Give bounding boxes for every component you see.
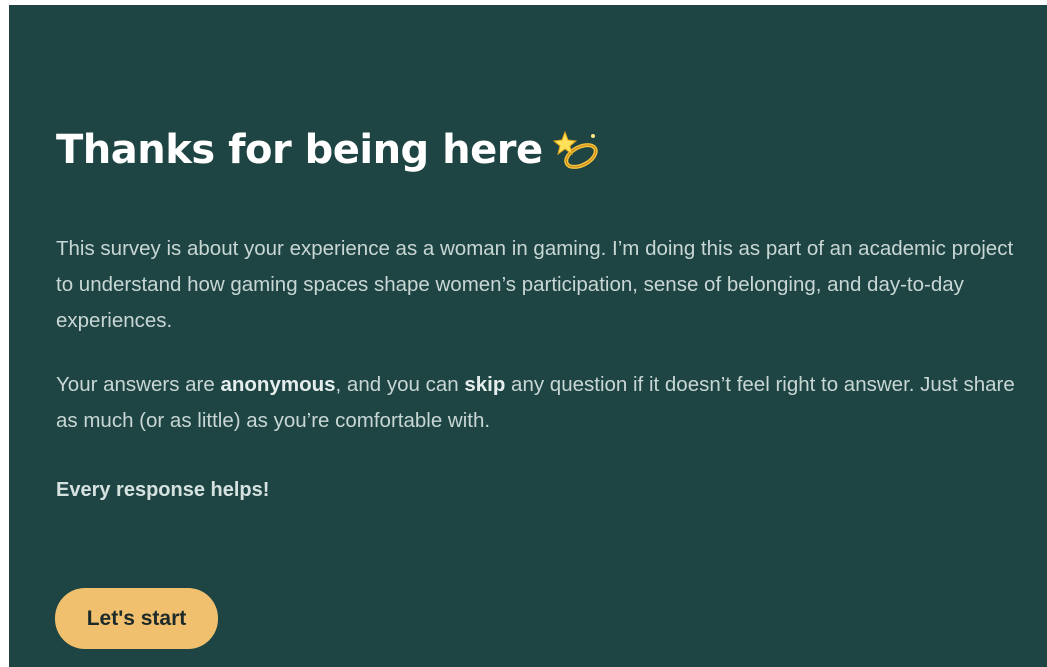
closing-note: Every response helps!: [56, 479, 270, 501]
welcome-panel: Thanks for being here This survey is abo…: [9, 5, 1047, 667]
dizzy-star-icon: [552, 126, 603, 174]
anonymous-emphasis: anonymous: [220, 373, 336, 396]
lets-start-button[interactable]: Let's start: [55, 588, 218, 649]
privacy-text-1: Your answers are: [56, 373, 221, 396]
privacy-text-2: , and you can: [335, 373, 465, 396]
page-title-text: Thanks for being here: [56, 127, 543, 173]
page-title: Thanks for being here: [56, 122, 1016, 178]
intro-paragraph: This survey is about your experience as …: [56, 237, 1014, 332]
welcome-content: Thanks for being here This survey is abo…: [56, 122, 1016, 501]
skip-emphasis: skip: [464, 373, 506, 396]
privacy-paragraph: Your answers are anonymous, and you can …: [56, 367, 1016, 439]
